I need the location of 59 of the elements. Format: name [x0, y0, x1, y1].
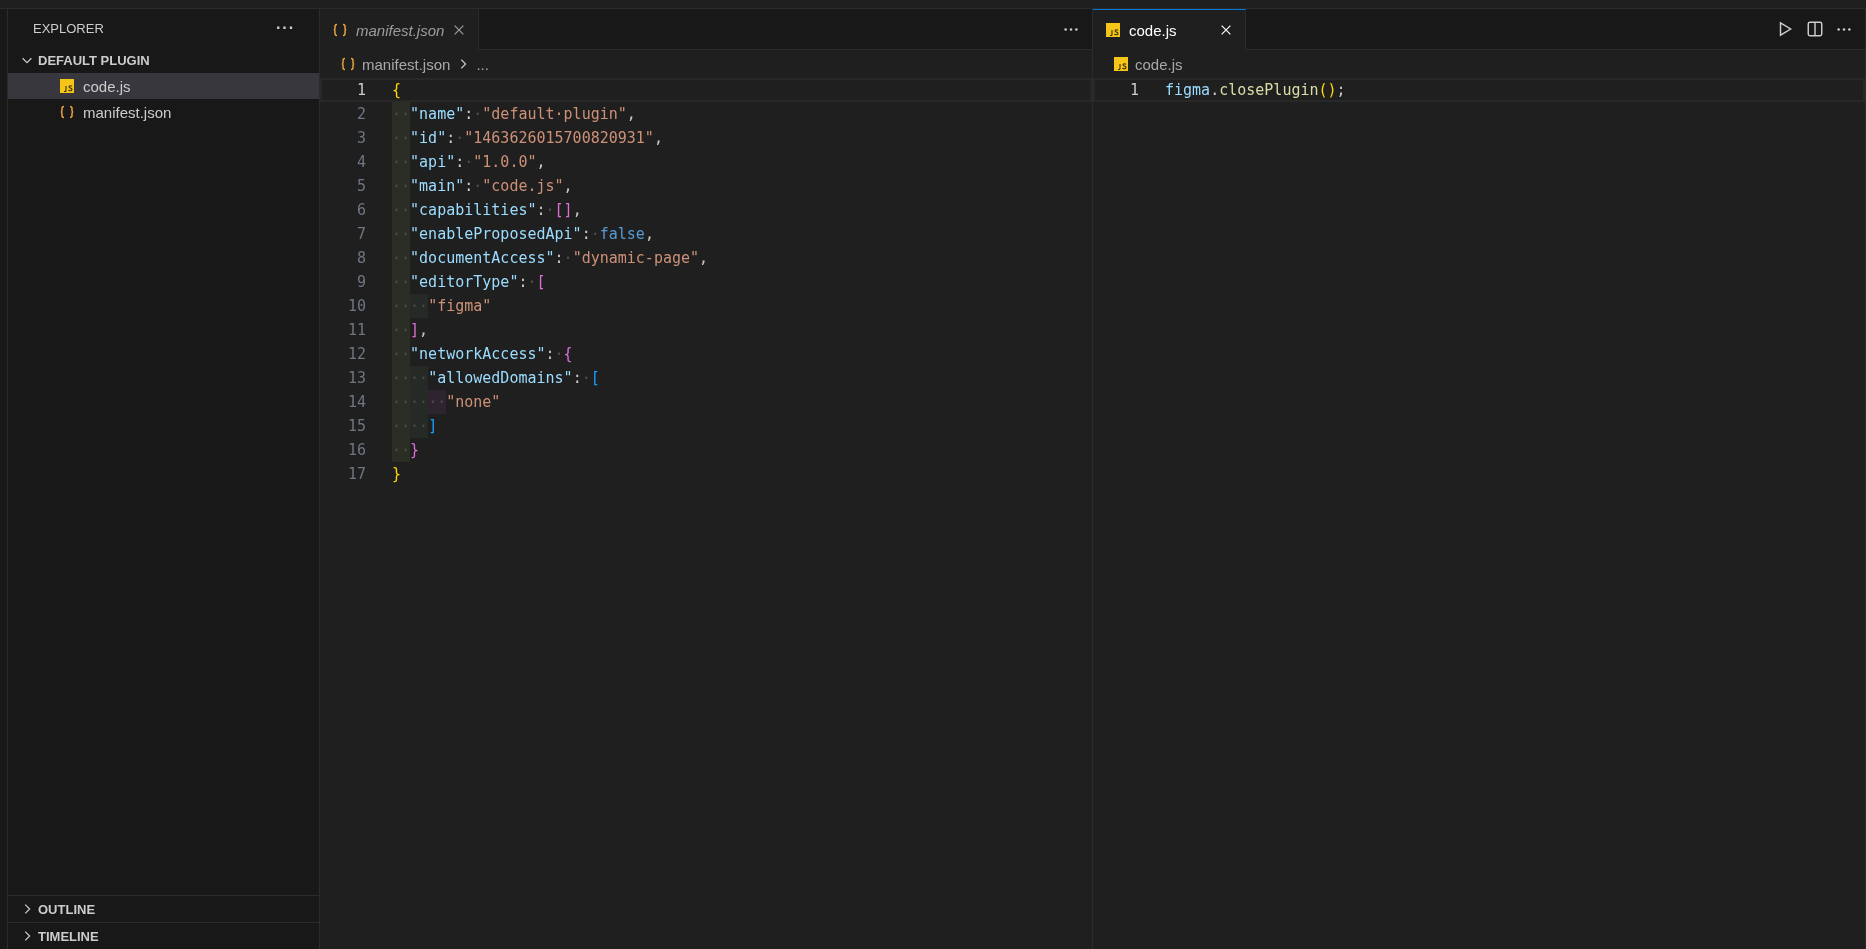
code-line: ··"networkAccess":·{ [392, 342, 573, 366]
line-number: 9 [355, 273, 366, 291]
code-line: ····"allowedDomains":·[ [392, 366, 600, 390]
code-line: ··"main":·"code.js", [392, 174, 573, 198]
code-line: ··} [392, 438, 420, 462]
breadcrumb-item[interactable]: code.js [1135, 55, 1183, 73]
braces-icon [59, 104, 75, 120]
line-number: 11 [346, 321, 366, 339]
code-line: ····"figma" [392, 294, 492, 318]
file-item[interactable]: manifest.json [8, 99, 319, 125]
code-line: ··"enableProposedApi":·false, [392, 222, 654, 246]
line-number: 2 [355, 105, 366, 123]
line-number: 14 [346, 393, 366, 411]
code-line: ··"api":·"1.0.0", [392, 150, 546, 174]
code-line: { [392, 80, 402, 101]
close-icon [1219, 23, 1233, 37]
line-number: 13 [346, 369, 366, 387]
line-number: 5 [355, 177, 366, 195]
folder-header[interactable]: DEFAULT PLUGIN [8, 47, 319, 73]
code-line: figma.closePlugin(); [1165, 80, 1346, 101]
line-number: 7 [355, 225, 366, 243]
code-line: } [392, 464, 402, 485]
line-number: 12 [346, 345, 366, 363]
editor-tab[interactable]: manifest.json [320, 9, 480, 50]
braces-icon [340, 56, 356, 72]
line-number: 1 [355, 81, 366, 99]
line-number: 15 [346, 417, 366, 435]
more-icon [1836, 27, 1852, 31]
more-icon [1063, 27, 1079, 31]
line-number: 8 [355, 249, 366, 267]
line-number: 17 [346, 465, 366, 483]
line-number: 4 [355, 153, 366, 171]
more-actions-button[interactable]: ··· [272, 19, 299, 37]
breadcrumb-item[interactable]: ... [476, 55, 489, 73]
code-editor[interactable]: 1 figma.closePlugin(); [1093, 78, 1865, 949]
split-editor-icon [1806, 20, 1824, 38]
line-number: 3 [355, 129, 366, 147]
line-number: 6 [355, 201, 366, 219]
line-number: 16 [346, 441, 366, 459]
code-line: ··"name":·"default·plugin", [392, 102, 636, 126]
breadcrumb-item[interactable]: manifest.json [362, 55, 451, 73]
editor-tab[interactable]: code.js [1093, 9, 1246, 50]
code-line: ··"id":·"1463626015700820931", [392, 126, 663, 150]
section-header[interactable]: TIMELINE [8, 922, 319, 949]
close-tab-button[interactable] [1219, 23, 1233, 37]
js-file-icon [59, 78, 75, 94]
sidebar-title: EXPLORER [33, 20, 104, 36]
line-number: 1 [1128, 81, 1139, 99]
line-number: 10 [346, 297, 366, 315]
braces-icon [332, 22, 348, 38]
section-header[interactable]: OUTLINE [8, 895, 319, 922]
js-file-icon [1113, 56, 1129, 72]
code-line: ··"editorType":·[ [392, 270, 546, 294]
code-line: ······"none" [392, 390, 501, 414]
code-line: ····] [392, 414, 438, 438]
code-line: ··"capabilities":·[], [392, 198, 582, 222]
file-item[interactable]: code.js [8, 73, 319, 99]
code-line: ··"documentAccess":·"dynamic-page", [392, 246, 709, 270]
js-file-icon [1105, 22, 1121, 38]
